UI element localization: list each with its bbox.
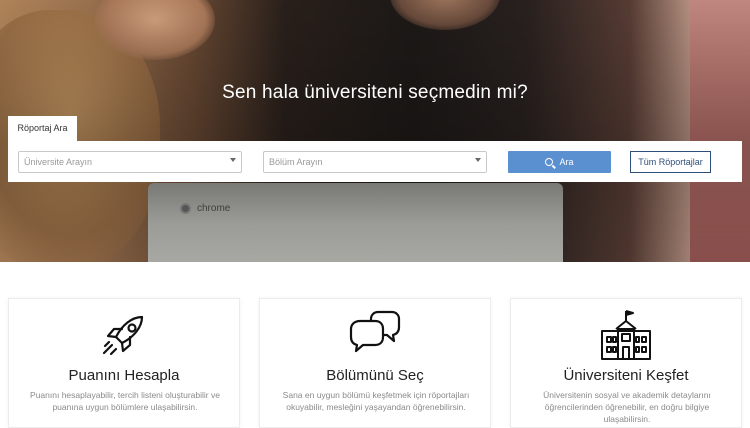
department-select-placeholder: Bölüm Arayın: [269, 157, 323, 167]
university-select-placeholder: Üniversite Arayın: [24, 157, 93, 167]
hero-banner: chrome Sen hala üniversiteni seçmedin mi…: [0, 0, 750, 262]
chrome-logo: chrome: [180, 203, 230, 214]
feature-cards: Puanını Hesapla Puanını hesaplayabilir, …: [0, 298, 750, 428]
school-building-icon: [598, 307, 654, 368]
card-description: Sana en uygun bölümü keşfetmek için röpo…: [282, 390, 470, 412]
card-explore-university[interactable]: Üniversiteni Keşfet Üniversitenin sosyal…: [510, 298, 742, 428]
search-panel: Üniversite Arayın Bölüm Arayın Ara Tüm R…: [8, 141, 742, 182]
chevron-down-icon: [475, 158, 481, 162]
card-choose-department[interactable]: Bölümünü Seç Sana en uygun bölümü keşfet…: [259, 298, 491, 428]
card-title: Puanını Hesapla: [68, 367, 180, 384]
chrome-logo-text: chrome: [197, 203, 231, 214]
chat-bubbles-icon: [347, 307, 403, 368]
hero-headline: Sen hala üniversiteni seçmedin mi?: [222, 82, 528, 103]
search-button-label: Ara: [559, 157, 574, 167]
chevron-down-icon: [230, 158, 236, 162]
search-icon: [545, 158, 554, 166]
card-calculate-score[interactable]: Puanını Hesapla Puanını hesaplayabilir, …: [8, 298, 240, 428]
tab-interview-search[interactable]: Röportaj Ara: [8, 116, 77, 141]
card-title: Üniversiteni Keşfet: [563, 367, 689, 384]
card-description: Üniversitenin sosyal ve akademik detayla…: [543, 390, 711, 424]
search-button[interactable]: Ara: [508, 151, 611, 173]
rocket-icon: [96, 307, 152, 368]
university-select[interactable]: Üniversite Arayın: [18, 151, 242, 173]
card-title: Bölümünü Seç: [326, 367, 424, 384]
department-select[interactable]: Bölüm Arayın: [263, 151, 487, 173]
chrome-icon: [180, 203, 191, 214]
all-interviews-button[interactable]: Tüm Röportajlar: [630, 151, 711, 173]
card-description: Puanını hesaplayabilir, tercih listeni o…: [30, 390, 220, 412]
